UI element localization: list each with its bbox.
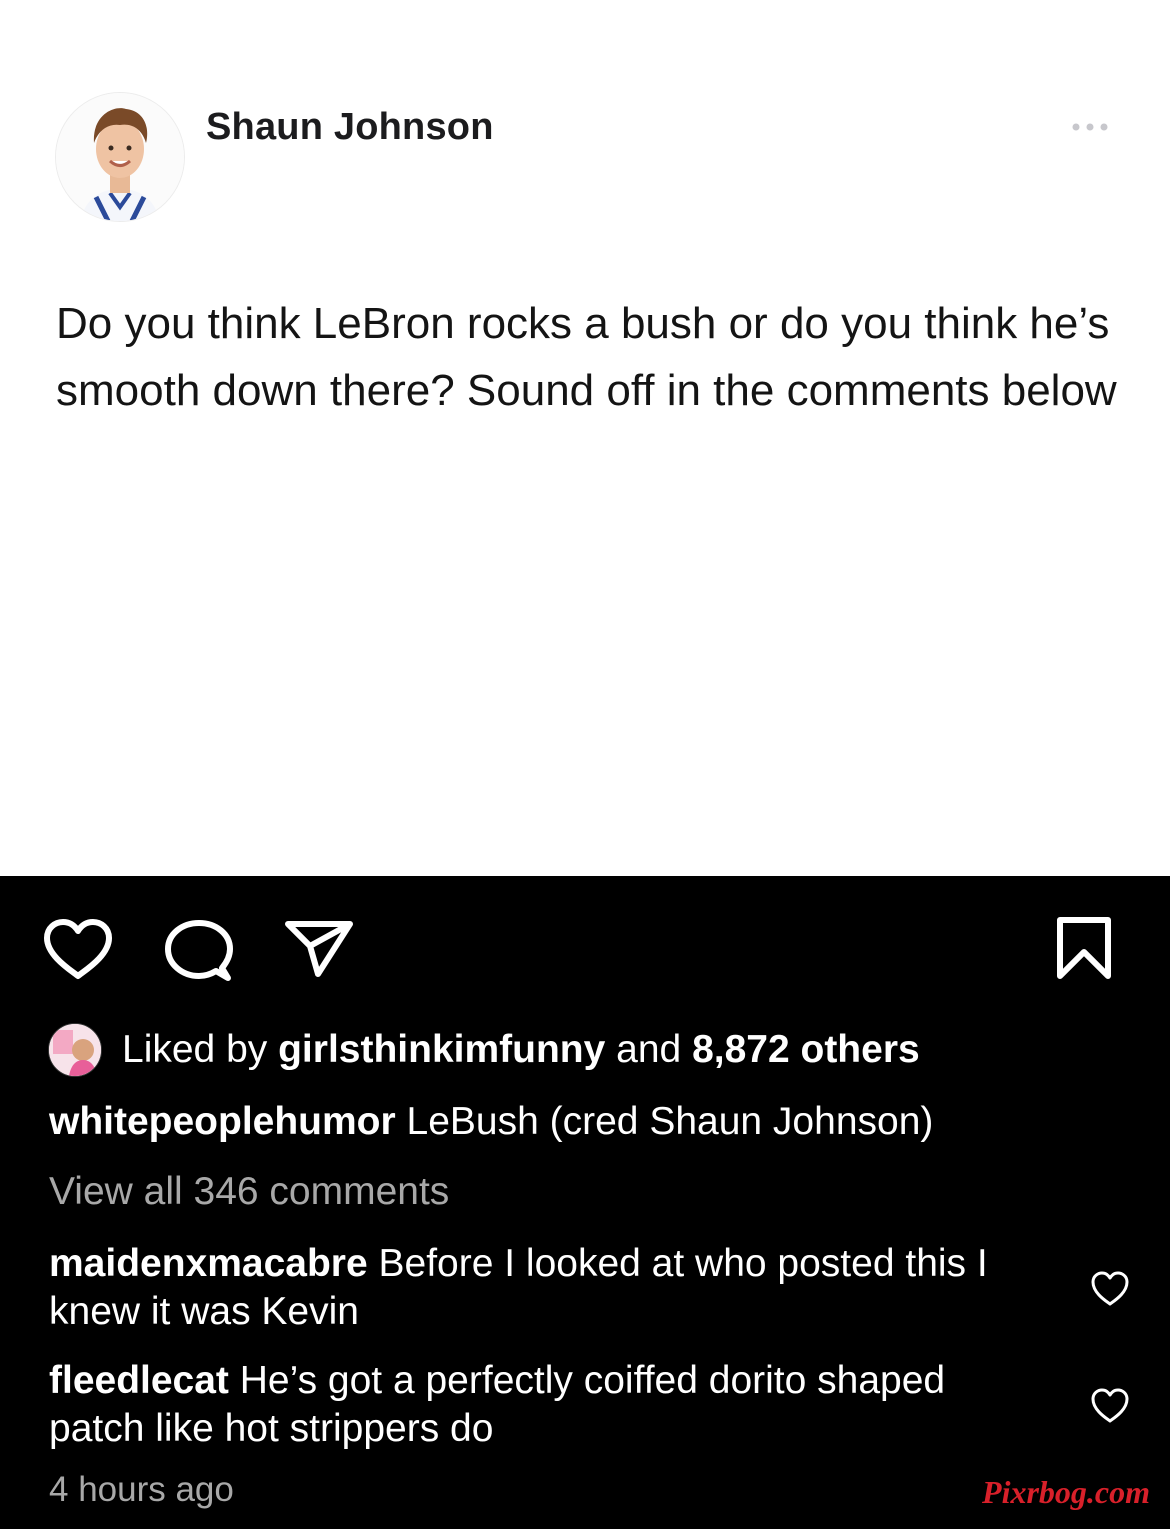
view-all-comments-link[interactable]: View all 346 comments [49,1170,449,1214]
caption-username[interactable]: whitepeoplehumor [49,1100,396,1143]
caption-text: LeBush (cred Shaun Johnson) [406,1100,934,1143]
heart-icon[interactable] [42,918,114,982]
person-avatar-icon [49,1024,101,1076]
post-caption: whitepeoplehumor LeBush (cred Shaun John… [49,1100,933,1144]
post-timestamp: 4 hours ago [49,1470,234,1509]
comment-like-heart-icon[interactable] [1090,1270,1130,1308]
liker-avatar[interactable] [48,1023,102,1077]
tweet-card: Shaun Johnson Do you think LeBron rocks … [0,0,1170,876]
comment-username[interactable]: fleedlecat [49,1359,229,1402]
comment-like-heart-icon[interactable] [1090,1387,1130,1425]
author-name[interactable]: Shaun Johnson [206,106,494,149]
more-options-icon[interactable] [1068,112,1112,142]
liked-by-prefix: Liked by [122,1028,268,1071]
person-avatar-icon [56,93,184,221]
bookmark-icon[interactable] [1054,916,1114,982]
comment-item: fleedlecat He’s got a perfectly coiffed … [49,1357,1049,1453]
comment-item: maidenxmacabre Before I looked at who po… [49,1240,1049,1336]
send-icon[interactable] [284,918,354,980]
tweet-text: Do you think LeBron rocks a bush or do y… [56,299,1117,415]
watermark-text: Pixrbog.com [982,1474,1150,1510]
author-avatar[interactable] [55,92,185,222]
liked-by-row[interactable]: Liked by girlsthinkimfunny and 8,872 oth… [48,1020,920,1080]
comment-username[interactable]: maidenxmacabre [49,1242,368,1285]
likes-count[interactable]: 8,872 others [692,1028,920,1071]
liker-username[interactable]: girlsthinkimfunny [278,1028,605,1071]
liked-by-text: Liked by girlsthinkimfunny and 8,872 oth… [122,1028,920,1072]
liked-by-conjunction: and [616,1028,682,1071]
comment-icon[interactable] [164,918,234,984]
